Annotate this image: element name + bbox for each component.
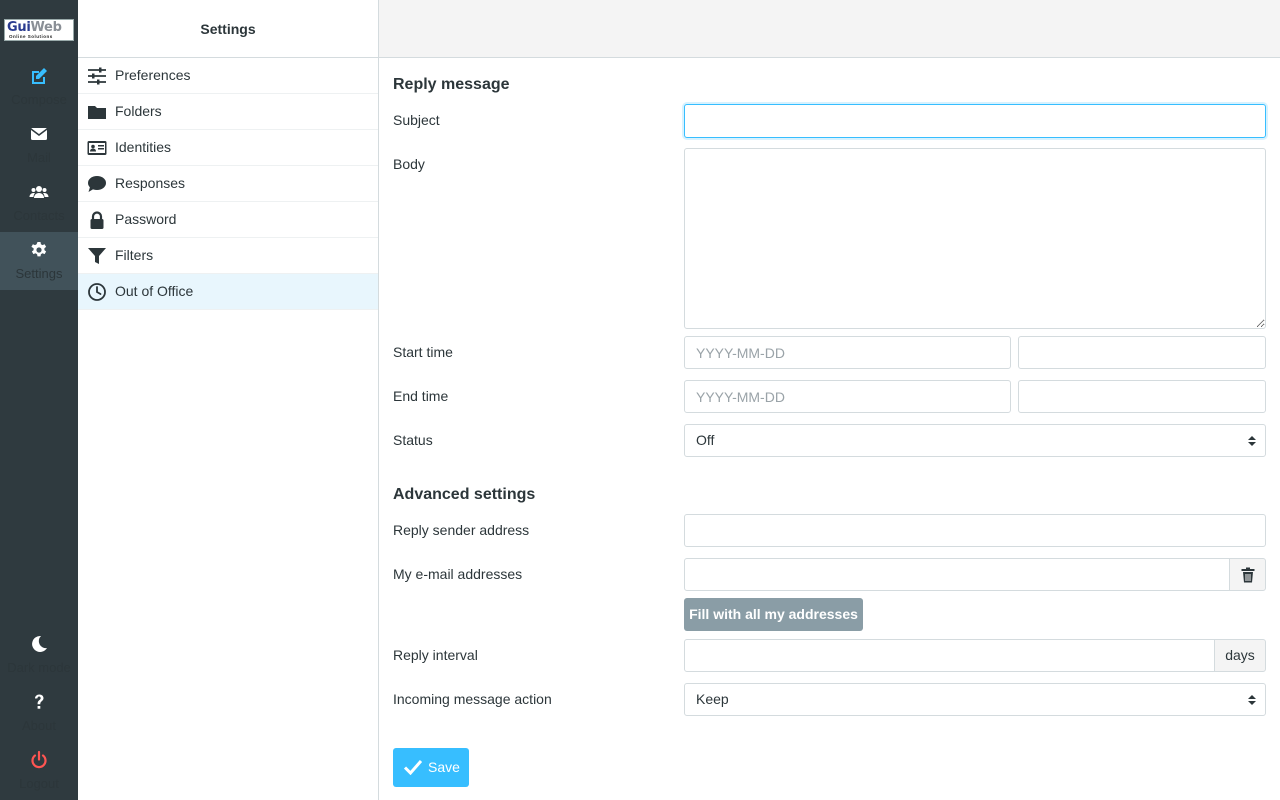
interval-unit-addon: days — [1214, 639, 1266, 672]
nav-logout-button[interactable]: Logout — [0, 742, 78, 800]
settings-item-password[interactable]: Password — [78, 202, 378, 238]
nav-about-button[interactable]: About — [0, 684, 78, 742]
save-button[interactable]: Save — [393, 748, 469, 787]
start-date-input[interactable] — [684, 336, 1011, 369]
checkmark-icon — [404, 760, 422, 775]
reply-message-heading: Reply message — [393, 76, 510, 93]
reply-interval-input[interactable] — [684, 639, 1215, 672]
status-select[interactable]: Off — [684, 424, 1266, 457]
select-arrows-icon — [1248, 695, 1256, 705]
settings-item-folders[interactable]: Folders — [78, 94, 378, 130]
nav-settings-button[interactable]: Settings — [0, 232, 78, 290]
nav-darkmode-button[interactable]: Dark mode — [0, 626, 78, 684]
end-time-input[interactable] — [1018, 380, 1266, 413]
fill-all-addresses-button[interactable]: Fill with all my addresses — [684, 598, 863, 631]
filter-icon — [88, 248, 106, 264]
reply-sender-label: Reply sender address — [393, 522, 530, 538]
power-icon — [31, 750, 47, 769]
out-of-office-form: Reply message Subject Body Start time En… — [379, 58, 1280, 800]
lock-icon — [90, 211, 104, 229]
envelope-icon — [30, 128, 48, 140]
nav-compose-button[interactable]: Compose — [0, 58, 78, 116]
question-icon — [35, 694, 44, 709]
trash-icon — [1241, 567, 1255, 583]
body-label: Body — [393, 156, 425, 172]
my-addresses-input[interactable] — [684, 558, 1231, 591]
start-time-label: Start time — [393, 344, 453, 360]
reply-sender-input[interactable] — [684, 514, 1266, 547]
settings-item-identities[interactable]: Identities — [78, 130, 378, 166]
nav-mail-button[interactable]: Mail — [0, 116, 78, 174]
nav-contacts-button[interactable]: Contacts — [0, 174, 78, 232]
id-card-icon — [87, 141, 107, 155]
start-time-input[interactable] — [1018, 336, 1266, 369]
settings-item-out-of-office[interactable]: Out of Office — [78, 274, 378, 310]
settings-item-filters[interactable]: Filters — [78, 238, 378, 274]
incoming-action-select[interactable]: Keep — [684, 683, 1266, 716]
folder-icon — [88, 106, 106, 119]
moon-icon — [32, 635, 47, 652]
settings-item-preferences[interactable]: Preferences — [78, 58, 378, 94]
content-header — [379, 0, 1280, 58]
end-date-input[interactable] — [684, 380, 1011, 413]
end-time-label: End time — [393, 388, 449, 404]
users-icon — [29, 186, 49, 198]
app-logo[interactable]: GuiWeb Online Solutions — [4, 19, 74, 41]
body-textarea[interactable] — [684, 148, 1266, 329]
my-addresses-label: My e-mail addresses — [393, 566, 523, 582]
advanced-settings-heading: Advanced settings — [393, 486, 536, 503]
delete-addresses-button[interactable] — [1229, 558, 1266, 591]
sliders-icon — [88, 67, 106, 85]
compose-icon — [32, 68, 47, 84]
incoming-action-label: Incoming message action — [393, 691, 552, 707]
main-navigation: GuiWeb Online Solutions Compose Mail Con… — [0, 0, 78, 800]
reply-interval-label: Reply interval — [393, 647, 478, 663]
clock-icon — [88, 283, 106, 301]
select-arrows-icon — [1248, 436, 1256, 446]
settings-item-responses[interactable]: Responses — [78, 166, 378, 202]
comment-icon — [88, 176, 106, 192]
status-label: Status — [393, 432, 433, 448]
gear-icon — [31, 242, 47, 257]
subject-input[interactable] — [684, 104, 1266, 138]
settings-title: Settings — [78, 0, 378, 58]
subject-label: Subject — [393, 112, 440, 128]
settings-sidebar: Settings Preferences Folders Identities … — [78, 0, 379, 800]
